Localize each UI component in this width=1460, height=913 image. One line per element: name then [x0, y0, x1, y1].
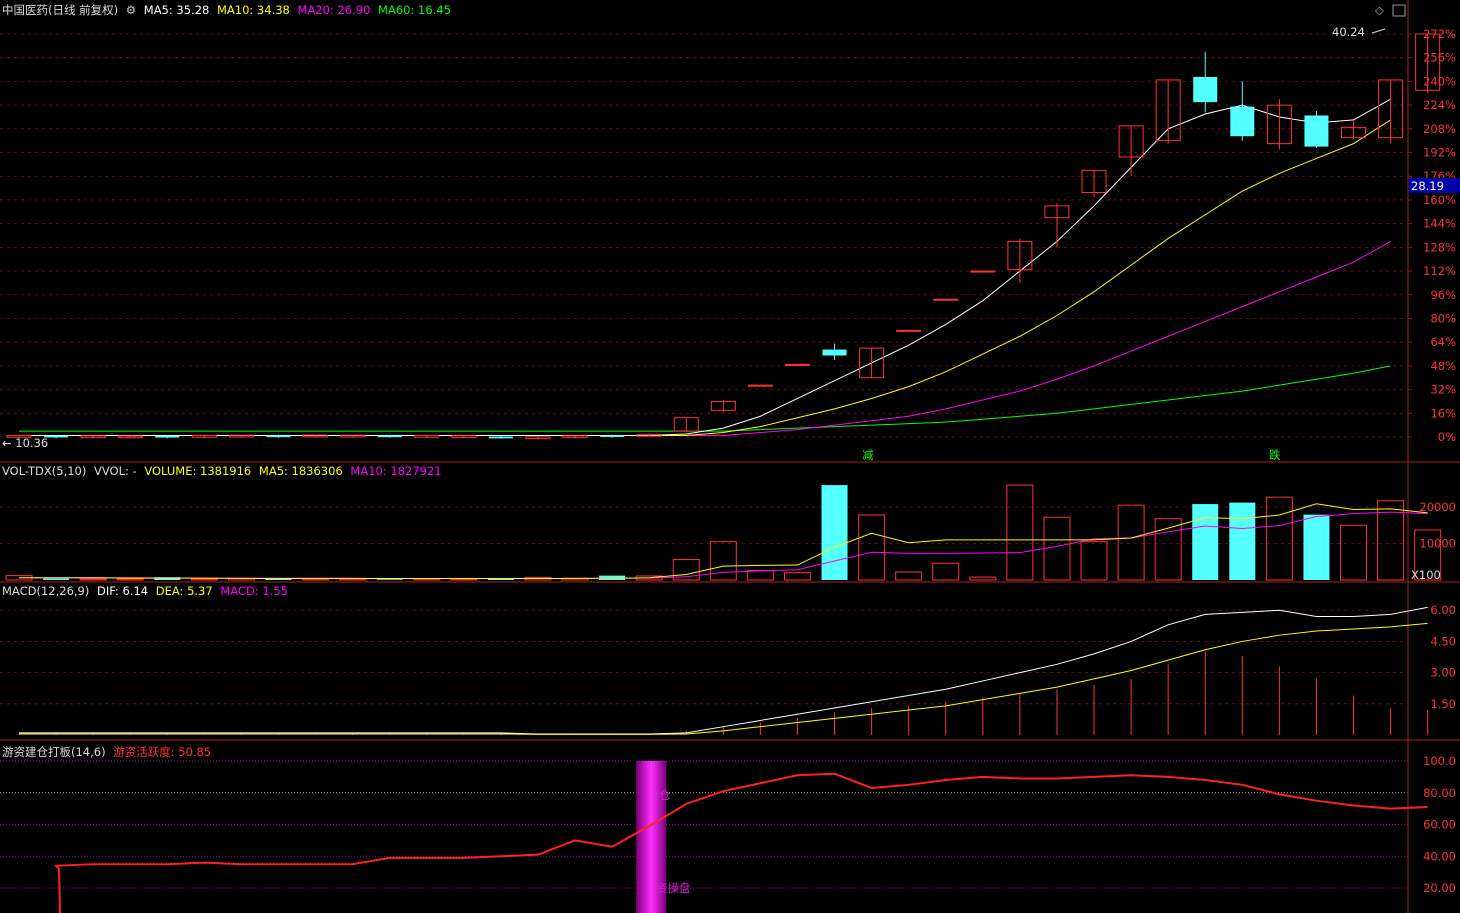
volume-bar: [783, 572, 811, 581]
volume-bar: [1192, 504, 1219, 580]
low-price-label: ← 10.36: [2, 436, 48, 450]
maximize-icon[interactable]: [1392, 4, 1406, 17]
marker-jian: 减: [862, 448, 874, 462]
volume-bar: [487, 578, 514, 580]
volume-bar: [190, 578, 218, 581]
osc-tick-label: 60.00: [1423, 818, 1456, 832]
osc-tick-label: 80.00: [1423, 786, 1456, 800]
ma10-line: [19, 119, 1391, 437]
dif-line: [19, 606, 1428, 735]
volume-bar: [1229, 502, 1256, 580]
osc-label-caopan: 资操盘: [656, 881, 691, 895]
candle-body: [747, 384, 773, 387]
grid-lines: [0, 33, 1412, 889]
osc-label-cang: 仓: [659, 788, 671, 802]
volume-bar: [1265, 496, 1293, 581]
macd-tick-label: 4.50: [1430, 634, 1456, 648]
candlesticks[interactable]: [6, 33, 1441, 440]
candle-body: [488, 436, 513, 439]
activity-oscillator: [53, 761, 1428, 913]
price-tick-label: 192%: [1423, 146, 1456, 160]
price-tick-label: 272%: [1423, 27, 1456, 41]
volume-bar: [79, 578, 107, 581]
volume-bar: [858, 514, 886, 581]
diamond-icon[interactable]: ◇: [1375, 3, 1384, 17]
price-tick-label: 16%: [1430, 406, 1456, 420]
candle-body: [377, 435, 402, 438]
macd-tick-label: 6.00: [1430, 603, 1456, 617]
candle-body: [970, 270, 996, 273]
candle-body: [896, 329, 922, 332]
axis-tick-labels: 272%256%240%224%208%192%176%160%144%128%…: [1419, 27, 1456, 895]
ma5-line: [19, 98, 1391, 437]
price-tick-label: 32%: [1430, 383, 1456, 397]
price-tick-label: 48%: [1430, 359, 1456, 373]
price-tick-label: 64%: [1430, 335, 1456, 349]
osc-tick-label: 40.00: [1423, 849, 1456, 863]
price-tick-label: 112%: [1423, 264, 1456, 278]
volume-bar: [1043, 516, 1071, 581]
marker-die: 跌: [1269, 448, 1281, 462]
dea-line: [19, 622, 1428, 735]
macd-tick-label: 3.00: [1430, 666, 1456, 680]
vol-tick-label: 10000: [1419, 537, 1456, 551]
volume-bar: [1340, 524, 1368, 581]
candle-body: [822, 349, 847, 356]
candle-body: [1230, 106, 1255, 137]
volume-bar: [821, 485, 848, 580]
panel-frames: [0, 0, 1460, 913]
ma20-line: [19, 240, 1391, 437]
volume-bar: [1303, 514, 1330, 580]
stock-chart[interactable]: 272%256%240%224%208%192%176%160%144%128%…: [0, 0, 1460, 913]
volume-bar: [43, 578, 70, 580]
candle-body: [933, 298, 959, 301]
volume-bar: [413, 578, 441, 581]
price-tick-label: 128%: [1423, 240, 1456, 254]
price-tag: 28.19: [1411, 179, 1444, 193]
price-tick-label: 256%: [1423, 51, 1456, 65]
vol-tick-label: 20000: [1419, 500, 1456, 514]
osc-tick-label: 20.00: [1423, 881, 1456, 895]
high-pointer: [1371, 28, 1386, 34]
volume-bar: [339, 578, 367, 581]
volume-bar: [895, 571, 923, 581]
price-tick-label: 80%: [1430, 311, 1456, 325]
candle-body: [600, 435, 625, 437]
price-tick-label: 208%: [1423, 122, 1456, 136]
activity-line: [53, 772, 1428, 913]
price-tick-label: 240%: [1423, 74, 1456, 88]
volume-bars: [5, 484, 1442, 581]
high-price-label: 40.24: [1332, 25, 1365, 39]
volume-bar: [302, 578, 330, 581]
volume-bar: [1117, 504, 1145, 581]
candle-body: [155, 435, 180, 438]
osc-tick-label: 100.0: [1423, 754, 1456, 768]
volume-bar: [746, 570, 774, 581]
price-tick-label: 224%: [1423, 98, 1456, 112]
volume-bar: [969, 576, 997, 581]
price-tick-label: 96%: [1430, 288, 1456, 302]
macd-plot: [18, 606, 1429, 735]
volume-bar: [1080, 541, 1108, 581]
volume-bar: [116, 578, 144, 581]
candle-body: [1193, 76, 1218, 103]
volume-bar: [376, 579, 403, 580]
ma60-line: [19, 365, 1391, 432]
volume-bar: [1006, 484, 1034, 581]
candle-body: [784, 363, 810, 366]
volume-bar: [932, 562, 960, 581]
price-tick-label: 160%: [1423, 193, 1456, 207]
price-tick-label: 144%: [1423, 217, 1456, 231]
macd-tick-label: 1.50: [1430, 697, 1456, 711]
price-tick-label: 0%: [1438, 430, 1456, 444]
candle-body: [1304, 115, 1329, 147]
volume-bar: [450, 578, 478, 581]
volume-bar: [709, 541, 737, 581]
moving-average-lines: [19, 28, 1391, 437]
candle-body: [266, 435, 291, 438]
volume-unit: X100: [1411, 568, 1441, 582]
